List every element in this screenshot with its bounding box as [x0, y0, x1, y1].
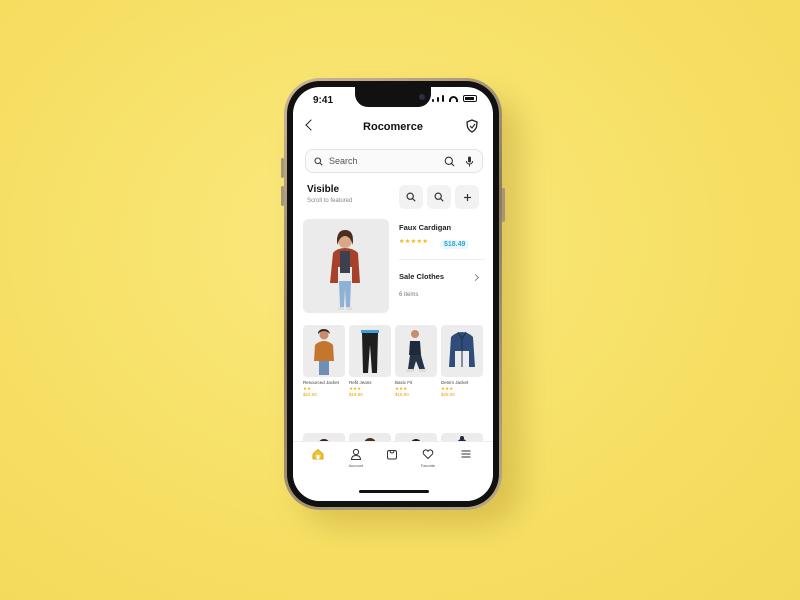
tab-account[interactable]: Account [341, 448, 371, 468]
app-screen: 9:41 Rocomerce Search Visible Scroll to … [293, 87, 493, 501]
tab-home[interactable] [303, 448, 333, 463]
tab-account-label: Account [348, 463, 364, 468]
signal-bar-icon [432, 99, 434, 102]
tab-favorite-label: Favorite [420, 463, 436, 468]
product-image [395, 325, 437, 377]
heart-tag-icon [422, 449, 434, 460]
tab-menu[interactable] [451, 448, 481, 463]
search-button[interactable] [399, 185, 423, 209]
product-price: $19.80 [349, 392, 363, 397]
chevron-right-icon[interactable] [471, 273, 480, 282]
add-button[interactable] [455, 185, 479, 209]
search-input[interactable]: Search [329, 156, 444, 166]
featured-product-price: $18.49 [440, 240, 470, 249]
phone-device: 9:41 Rocomerce Search Visible Scroll to … [281, 78, 505, 510]
product-image [349, 325, 391, 377]
featured-product-image[interactable] [303, 219, 389, 313]
page-title: Rocomerce [363, 121, 423, 133]
section-subtitle: Scroll to featured [307, 198, 353, 204]
product-card[interactable]: Basic Fit ★★★ $16.00 [395, 325, 437, 398]
filter-search-button[interactable] [427, 185, 451, 209]
volume-up-button [281, 158, 284, 178]
tab-bar: Account Favorite [293, 441, 493, 501]
model-photo [303, 219, 389, 313]
menu-icon [461, 450, 471, 458]
product-price: $16.00 [395, 392, 409, 397]
magnifier-icon [434, 192, 444, 202]
product-price: $25.00 [441, 392, 455, 397]
shield-icon[interactable] [465, 119, 479, 133]
product-card[interactable]: Denim Jacket ★★★ $25.00 [441, 325, 483, 398]
pants-image [361, 330, 379, 373]
bag-icon [387, 450, 397, 460]
jacket-model-image [314, 329, 334, 375]
product-image [441, 325, 483, 377]
tab-favorite[interactable]: Favorite [413, 448, 443, 468]
category-name[interactable]: Sale Clothes [399, 272, 444, 281]
plus-icon [463, 193, 471, 201]
status-icons [432, 95, 477, 102]
featured-product-name: Faux Cardigan [399, 223, 452, 232]
microphone-icon[interactable] [465, 156, 474, 167]
home-indicator[interactable] [359, 490, 429, 493]
product-grid: Resourced Jacket ★★ $22.00 Refit Jeans ★… [303, 325, 485, 398]
divider [399, 259, 485, 260]
volume-down-button [281, 186, 284, 206]
user-icon [350, 448, 362, 460]
product-card[interactable]: Refit Jeans ★★★ $19.80 [349, 325, 391, 398]
product-image [303, 325, 345, 377]
camera-icon [419, 94, 425, 100]
outfit-model-image [406, 330, 426, 372]
power-button [502, 188, 505, 222]
phone-bezel: 9:41 Rocomerce Search Visible Scroll to … [287, 81, 499, 507]
battery-icon [463, 95, 477, 102]
wifi-icon [449, 96, 458, 102]
denim-jacket-image [449, 331, 475, 367]
tab-cart[interactable] [377, 448, 407, 463]
signal-bar-icon [442, 95, 444, 102]
back-icon[interactable] [305, 119, 317, 131]
status-time: 9:41 [313, 95, 334, 106]
category-count: 6 items [399, 292, 419, 298]
search-lens-icon[interactable] [444, 156, 455, 167]
search-icon [406, 192, 416, 202]
signal-bar-icon [437, 97, 439, 102]
section-title: Visible [307, 184, 340, 195]
product-card[interactable]: Resourced Jacket ★★ $22.00 [303, 325, 345, 398]
app-header: Rocomerce [293, 115, 493, 139]
product-price: $22.00 [303, 392, 317, 397]
search-bar[interactable]: Search [305, 149, 483, 173]
search-icon [314, 156, 323, 166]
home-icon [312, 448, 324, 460]
